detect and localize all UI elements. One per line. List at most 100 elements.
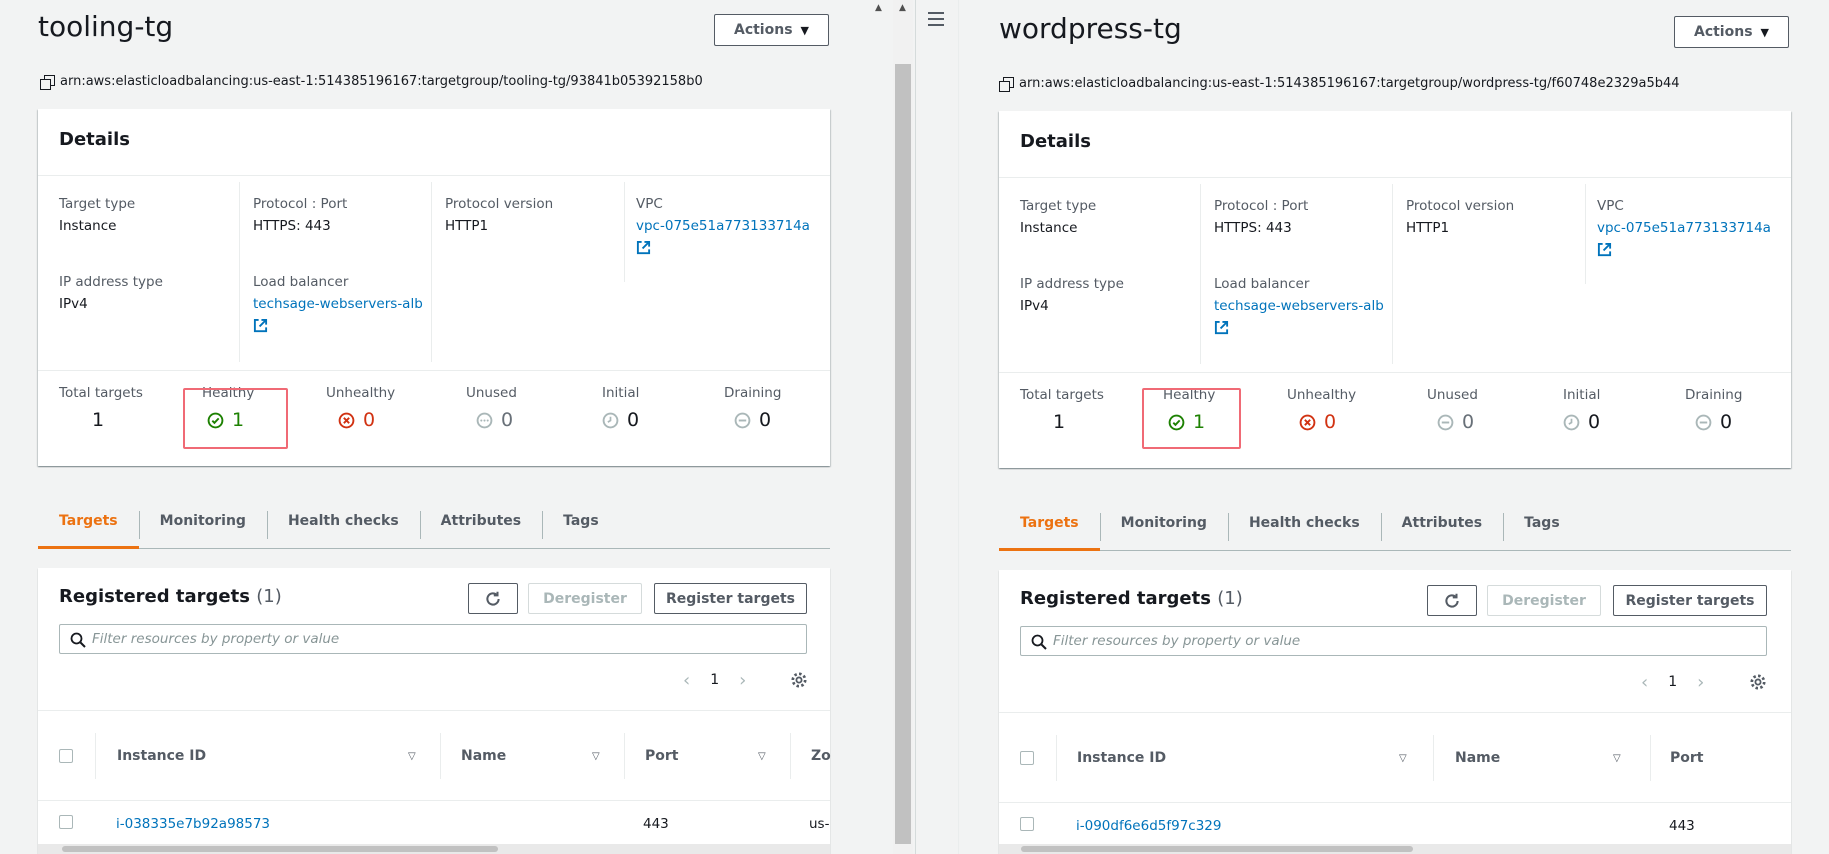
tab-tags[interactable]: Tags [542,503,620,549]
stat-initial: Initial 0 [602,385,639,431]
vpc-link[interactable]: vpc-075e51a773133714a [1597,220,1775,236]
select-all-checkbox[interactable] [59,749,73,763]
instance-id-link[interactable]: i-038335e7b92a98573 [116,816,270,832]
page-number[interactable]: 1 [710,672,719,688]
load-balancer-link[interactable]: techsage-webservers-alb [253,296,431,312]
instance-zone: us- [809,816,830,832]
menu-icon[interactable] [928,12,944,30]
stat-initial-value: 0 [1588,411,1601,433]
tab-monitoring[interactable]: Monitoring [138,503,267,549]
table-row: i-090df6e6d5f97c329 443 [999,802,1791,848]
healthy-highlight-box [1142,388,1241,449]
pagination: ‹ 1 › [1641,670,1704,694]
tab-attributes[interactable]: Attributes [419,503,542,549]
gear-icon[interactable] [1749,673,1767,691]
tab-targets[interactable]: Targets [38,503,139,549]
horizontal-scrollbar[interactable] [999,844,1791,854]
stat-draining-label: Draining [1685,387,1743,403]
tab-tags[interactable]: Tags [1503,505,1581,551]
register-targets-button[interactable]: Register targets [1613,585,1767,616]
vertical-scrollbar-thumb[interactable] [895,64,911,844]
copy-icon[interactable] [999,76,1014,92]
sort-icon[interactable]: ▽ [1399,753,1407,764]
column-instance-id[interactable]: Instance ID [117,748,206,764]
chevron-right-icon[interactable]: › [739,670,746,691]
details-card: Details Target type Instance IP address t… [38,109,830,466]
tab-attributes[interactable]: Attributes [1380,505,1503,551]
details-col-1: Target type Instance IP address type IPv4 [1020,184,1200,364]
refresh-button[interactable] [468,583,518,614]
details-grid: Target type Instance IP address type IPv4 … [38,176,830,371]
scroll-up-icon[interactable]: ▲ [899,3,906,13]
vpc-link[interactable]: vpc-075e51a773133714a [636,218,814,234]
chevron-left-icon[interactable]: ‹ [1641,672,1648,693]
external-link-icon[interactable] [1214,320,1229,335]
stat-total-label: Total targets [1020,387,1104,403]
actions-button[interactable]: Actions ▼ [1674,16,1789,48]
sort-icon[interactable]: ▽ [758,751,766,762]
page-number[interactable]: 1 [1668,674,1677,690]
tab-health-checks[interactable]: Health checks [266,503,420,549]
search-icon [1031,634,1047,650]
stat-initial-value: 0 [627,409,640,431]
sort-icon[interactable]: ▽ [592,751,600,762]
details-col-1: Target type Instance IP address type IPv4 [59,182,239,362]
row-checkbox[interactable] [1020,817,1034,831]
tab-monitoring[interactable]: Monitoring [1099,505,1228,551]
refresh-button[interactable] [1427,585,1477,616]
column-zone[interactable]: Zo [811,748,831,764]
horizontal-scrollbar-thumb[interactable] [62,846,498,852]
actions-button[interactable]: Actions ▼ [714,14,829,46]
horizontal-scrollbar-thumb[interactable] [1021,846,1413,852]
column-separator [1056,735,1057,781]
registered-targets-count: (1) [256,586,282,607]
stat-total: Total targets 1 [59,385,143,431]
stat-initial-label: Initial [1563,387,1601,403]
column-name[interactable]: Name [1455,750,1500,766]
tab-bar: Targets Monitoring Health checks Attribu… [999,505,1791,551]
load-balancer-label: Load balancer [1214,276,1310,292]
external-link-icon[interactable] [1597,242,1612,257]
chevron-right-icon[interactable]: › [1697,672,1704,693]
scroll-up-icon[interactable]: ▲ [875,3,882,13]
horizontal-scrollbar[interactable] [38,844,830,854]
sort-icon[interactable]: ▽ [408,751,416,762]
deregister-button[interactable]: Deregister [1487,585,1601,616]
stat-draining-label: Draining [724,385,782,401]
chevron-left-icon[interactable]: ‹ [683,670,690,691]
column-instance-id[interactable]: Instance ID [1077,750,1166,766]
column-port[interactable]: Port [645,748,678,764]
vpc-label: VPC [1597,198,1624,214]
external-link-icon[interactable] [636,240,651,255]
row-checkbox[interactable] [59,815,73,829]
stat-total: Total targets 1 [1020,387,1104,433]
external-link-icon[interactable] [253,318,268,333]
tab-health-checks[interactable]: Health checks [1227,505,1381,551]
error-circle-icon [1299,414,1316,430]
stopped-circle-icon [476,412,493,428]
details-col-4: VPC vpc-075e51a773133714a [1585,184,1775,284]
deregister-button[interactable]: Deregister [528,583,642,614]
column-name[interactable]: Name [461,748,506,764]
copy-icon[interactable] [40,74,55,90]
details-header: Details [999,111,1791,178]
load-balancer-link[interactable]: techsage-webservers-alb [1214,298,1392,314]
vertical-scrollbar[interactable]: ▲ [893,0,913,854]
search-placeholder: Filter resources by property or value [92,631,340,647]
column-port[interactable]: Port [1670,750,1703,766]
instance-id-link[interactable]: i-090df6e6d5f97c329 [1076,818,1221,834]
actions-label: Actions [733,22,793,38]
filter-search-input[interactable]: Filter resources by property or value [59,624,807,654]
select-all-checkbox[interactable] [1020,751,1034,765]
stat-unused-label: Unused [466,385,517,401]
registered-targets-heading: Registered targets [59,586,250,607]
gear-icon[interactable] [790,671,808,689]
tab-targets[interactable]: Targets [999,505,1100,551]
protocol-version-label: Protocol version [1406,198,1515,214]
clock-icon [602,412,619,428]
sort-icon[interactable]: ▽ [1613,753,1621,764]
error-circle-icon [338,412,355,428]
filter-search-input[interactable]: Filter resources by property or value [1020,626,1767,656]
registered-targets-card: Registered targets (1) Deregister Regist… [999,570,1791,854]
register-targets-button[interactable]: Register targets [654,583,807,614]
